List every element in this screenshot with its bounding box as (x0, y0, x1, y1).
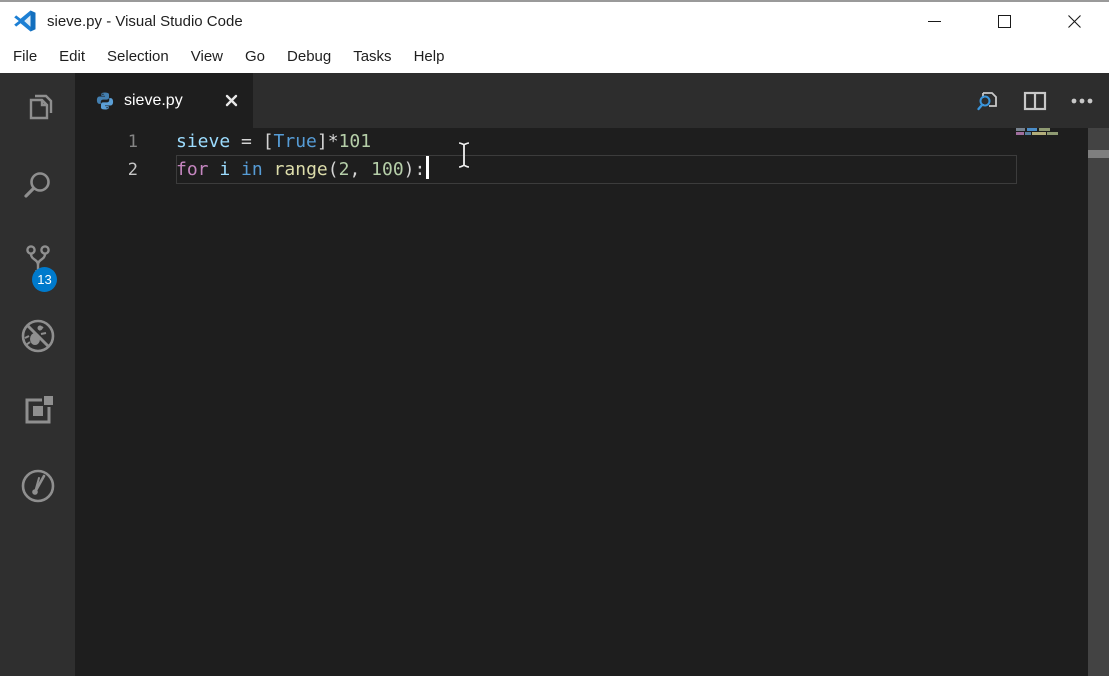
explorer-icon (18, 91, 58, 131)
code-text: for i in range(2, 100): (176, 156, 429, 184)
tab-close-button[interactable] (221, 91, 241, 111)
close-icon (1067, 14, 1082, 29)
menu-item-tasks[interactable]: Tasks (342, 44, 402, 69)
window-controls (899, 2, 1109, 40)
source-control-badge: 13 (32, 267, 57, 292)
activity-extensions[interactable] (0, 373, 75, 448)
title-bar: sieve.py - Visual Studio Code (0, 0, 1109, 40)
more-actions-icon (1069, 88, 1095, 114)
code-line-2[interactable]: 2 for i in range(2, 100): (75, 156, 1109, 184)
close-button[interactable] (1039, 2, 1109, 40)
scrollbar-track[interactable] (1088, 128, 1109, 676)
menu-item-view[interactable]: View (180, 44, 234, 69)
code-line-1[interactable]: 1 sieve = [True]*101 (75, 128, 1109, 156)
vscode-window: sieve.py - Visual Studio Code FileEditSe… (0, 0, 1109, 676)
scrollbar-thumb[interactable] (1088, 150, 1109, 158)
line-number[interactable]: 2 (75, 156, 138, 184)
tab-bar: sieve.py (75, 73, 1109, 128)
minimap-line (1016, 128, 1050, 131)
tab-close-icon (225, 94, 238, 107)
activity-gauge[interactable] (0, 448, 75, 523)
debug-icon (18, 316, 58, 356)
menu-item-selection[interactable]: Selection (96, 44, 180, 69)
search-file-button[interactable] (975, 88, 1001, 114)
activity-debug[interactable] (0, 298, 75, 373)
menu-item-file[interactable]: File (2, 44, 48, 69)
minimap[interactable] (1016, 128, 1096, 138)
extensions-icon (18, 391, 58, 431)
minimap-line (1016, 132, 1058, 135)
minimize-icon (928, 21, 941, 22)
search-icon (18, 166, 58, 206)
editor-actions (975, 73, 1109, 128)
more-actions-button[interactable] (1069, 88, 1095, 114)
menu-item-go[interactable]: Go (234, 44, 276, 69)
tab-sieve-py[interactable]: sieve.py (75, 73, 253, 128)
minimize-button[interactable] (899, 2, 969, 40)
activity-source-control[interactable]: 13 (0, 223, 75, 298)
menu-item-debug[interactable]: Debug (276, 44, 342, 69)
gauge-icon (18, 466, 58, 506)
activity-explorer[interactable] (0, 73, 75, 148)
search-file-icon (975, 88, 1001, 114)
maximize-button[interactable] (969, 2, 1039, 40)
menu-bar: FileEditSelectionViewGoDebugTasksHelp (0, 40, 1109, 73)
activity-search[interactable] (0, 148, 75, 223)
python-icon (95, 91, 115, 111)
split-editor-icon (1022, 88, 1048, 114)
window-title: sieve.py - Visual Studio Code (47, 13, 243, 30)
main-area: 13 (0, 73, 1109, 676)
split-editor-button[interactable] (1022, 88, 1048, 114)
code-editor[interactable]: 1 sieve = [True]*101 2 for i in range(2, 10… (75, 128, 1109, 676)
tab-label: sieve.py (124, 92, 183, 110)
line-number[interactable]: 1 (75, 128, 138, 156)
text-caret (426, 156, 429, 179)
code-lines[interactable]: 1 sieve = [True]*101 2 for i in range(2, 10… (75, 128, 1109, 184)
editor-group: sieve.py (75, 73, 1109, 676)
menu-item-edit[interactable]: Edit (48, 44, 96, 69)
vscode-logo-icon (13, 9, 37, 33)
menu-item-help[interactable]: Help (403, 44, 456, 69)
activity-bar: 13 (0, 73, 75, 676)
code-text: sieve = [True]*101 (176, 128, 371, 156)
maximize-icon (998, 15, 1011, 28)
